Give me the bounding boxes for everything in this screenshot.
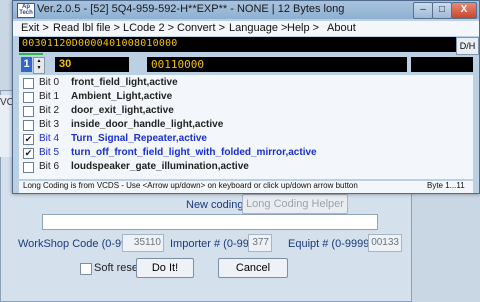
window-title: Ver.2.0.5 - [52] 5Q4-959-592-H**EXP** - … — [37, 3, 345, 15]
bit-label: Bit 3 — [39, 119, 60, 130]
byte-range-status: Byte 1...11 — [427, 181, 465, 190]
bit-row-1[interactable]: Bit 1 Ambient_Light,active — [19, 91, 473, 104]
dh-toggle-button[interactable]: D/H — [456, 37, 479, 55]
bit-0-checkbox[interactable] — [23, 78, 34, 89]
equipt-field[interactable]: 00133 — [368, 234, 402, 252]
bit-row-5[interactable]: ✔ Bit 5 turn_off_front_field_light_with_… — [19, 147, 473, 160]
bit-list: Bit 0 front_field_light,active Bit 1 Amb… — [19, 75, 473, 179]
menu-read-lbl-file[interactable]: Read lbl file > — [53, 22, 120, 34]
bit-3-checkbox[interactable] — [23, 120, 34, 131]
lcode-window: Ap Tech Ver.2.0.5 - [52] 5Q4-959-592-H**… — [12, 0, 480, 194]
bit-1-checkbox[interactable] — [23, 92, 34, 103]
long-coding-helper-button[interactable]: Long Coding Helper — [242, 194, 348, 214]
bit-2-checkbox[interactable] — [23, 106, 34, 117]
bit-6-checkbox[interactable] — [23, 162, 34, 173]
binary-value-field[interactable]: 00110000 — [147, 57, 407, 72]
menu-help[interactable]: Help > — [287, 22, 319, 34]
bit-description: Ambient_Light,active — [71, 91, 173, 102]
bit-row-3[interactable]: Bit 3 inside_door_handle_light,active — [19, 119, 473, 132]
byte-index-spinner[interactable]: 1 — [21, 57, 32, 72]
bit-label: Bit 6 — [39, 161, 60, 172]
new-coding-label: New coding: — [186, 199, 247, 211]
menu-convert[interactable]: Convert > — [177, 22, 225, 34]
bit-row-4[interactable]: ✔ Bit 4 Turn_Signal_Repeater,active — [19, 133, 473, 146]
minimize-button[interactable]: – — [413, 2, 433, 19]
bit-label: Bit 0 — [39, 77, 60, 88]
maximize-button[interactable]: □ — [432, 2, 452, 19]
bit-5-checkbox[interactable]: ✔ — [23, 148, 34, 159]
workshop-code-field[interactable]: 35110 — [122, 234, 164, 252]
bit-label: Bit 1 — [39, 91, 60, 102]
bit-description: turn_off_front_field_light_with_folded_m… — [71, 147, 317, 158]
extra-value-field[interactable] — [411, 57, 473, 72]
bit-row-2[interactable]: Bit 2 door_exit_light,active — [19, 105, 473, 118]
app-logo-icon: Ap Tech — [17, 3, 35, 18]
decimal-value-field[interactable]: 30 — [55, 57, 129, 72]
soft-reset-label: Soft reset — [94, 262, 142, 274]
status-message: Long Coding is from VCDS - Use <Arrow up… — [23, 181, 358, 190]
bit-description: Turn_Signal_Repeater,active — [71, 133, 207, 144]
title-bar[interactable]: Ap Tech Ver.2.0.5 - [52] 5Q4-959-592-H**… — [13, 1, 479, 19]
cancel-button[interactable]: Cancel — [218, 258, 288, 278]
bit-row-0[interactable]: Bit 0 front_field_light,active — [19, 77, 473, 90]
menu-exit[interactable]: Exit > — [21, 22, 49, 34]
bit-description: inside_door_handle_light,active — [71, 119, 224, 130]
bit-description: loudspeaker_gate_illumination,active — [71, 161, 249, 172]
menu-lcode-2[interactable]: LCode 2 > — [123, 22, 174, 34]
hex-coding-string: 00301120D0000401008010000 — [22, 38, 178, 49]
bit-description: door_exit_light,active — [71, 105, 174, 116]
new-coding-input[interactable] — [42, 214, 378, 230]
menu-about[interactable]: About — [327, 22, 356, 34]
bit-label: Bit 2 — [39, 105, 60, 116]
bit-row-6[interactable]: Bit 6 loudspeaker_gate_illumination,acti… — [19, 161, 473, 174]
menu-language[interactable]: Language > — [229, 22, 287, 34]
close-button[interactable]: X — [451, 2, 477, 19]
bit-4-checkbox[interactable]: ✔ — [23, 134, 34, 145]
do-it-button[interactable]: Do It! — [136, 258, 194, 278]
status-bar: Long Coding is from VCDS - Use <Arrow up… — [19, 181, 473, 193]
importer-field[interactable]: 377 — [248, 234, 272, 252]
menu-bar: Exit > Read lbl file > LCode 2 > Convert… — [13, 21, 479, 36]
byte-selection-indicator — [19, 53, 43, 55]
hex-coding-bar[interactable]: 00301120D0000401008010000 — [19, 37, 457, 52]
bit-description: front_field_light,active — [71, 77, 178, 88]
bit-label: Bit 5 — [39, 147, 60, 158]
bit-label: Bit 4 — [39, 133, 60, 144]
soft-reset-checkbox[interactable] — [80, 263, 92, 275]
spinner-arrows-icon[interactable]: ▲ ▼ — [33, 57, 45, 74]
